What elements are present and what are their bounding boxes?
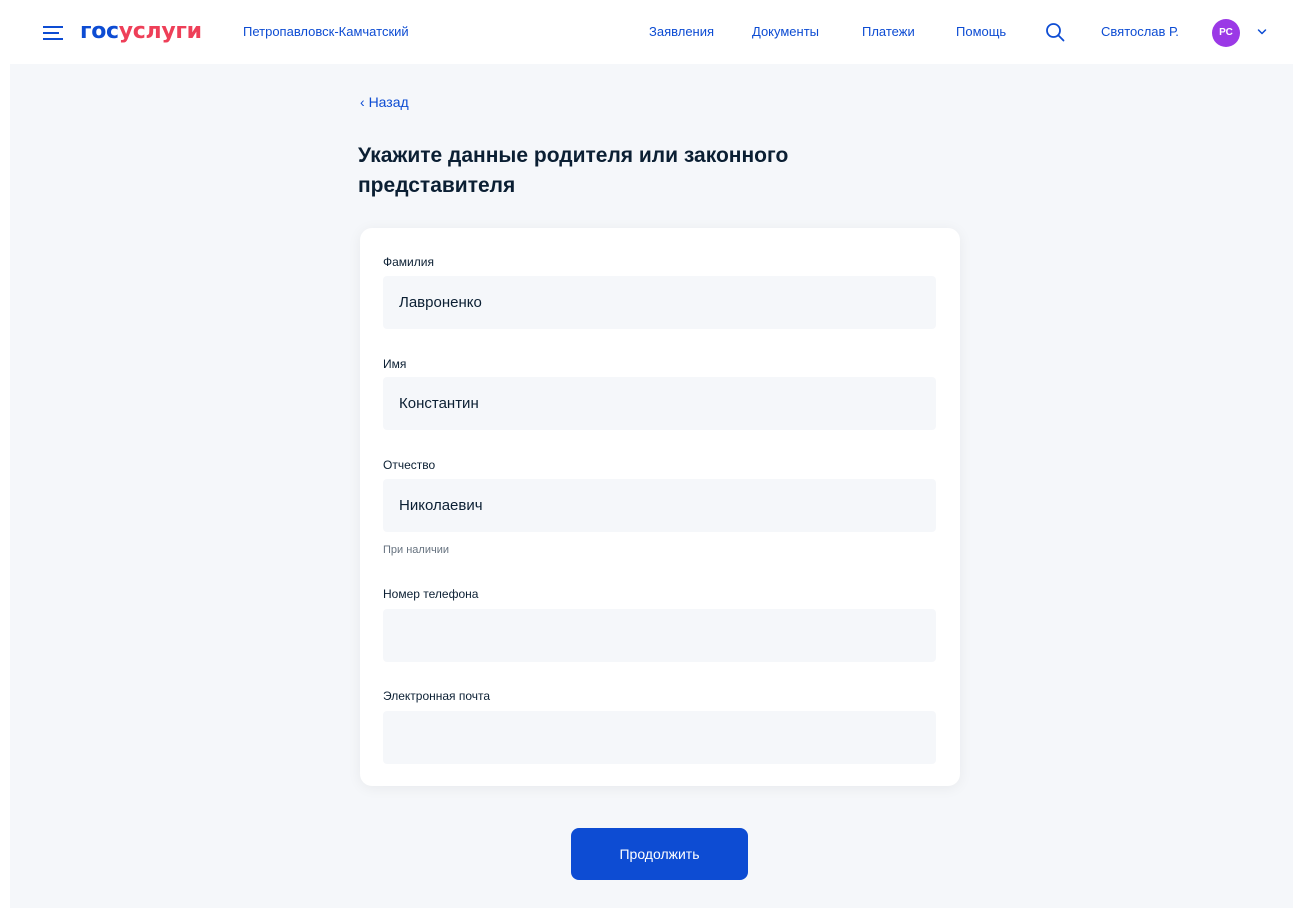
- page-title: Укажите данные родителя или законного пр…: [358, 144, 789, 197]
- nav-applications[interactable]: Заявления: [649, 24, 714, 40]
- user-name[interactable]: Святослав Р.: [1101, 24, 1179, 40]
- back-link-label: Назад: [368, 94, 409, 110]
- email-field[interactable]: [383, 711, 936, 764]
- name-field[interactable]: [383, 377, 936, 430]
- logo-part-uslugi: услуги: [118, 19, 202, 44]
- region-selector[interactable]: Петропавловск-Камчатский: [243, 24, 409, 40]
- header: госуслуги Петропавловск-Камчатский Заявл…: [0, 0, 1303, 64]
- search-icon[interactable]: [1045, 22, 1065, 42]
- phone-label: Номер телефона: [383, 587, 479, 601]
- menu-icon[interactable]: [43, 25, 65, 41]
- patronymic-field[interactable]: [383, 479, 936, 532]
- surname-label: Фамилия: [383, 255, 434, 269]
- back-link[interactable]: ‹ Назад: [360, 93, 409, 111]
- logo-part-gos: гос: [80, 19, 119, 44]
- nav-payments[interactable]: Платежи: [862, 24, 915, 40]
- logo[interactable]: госуслуги: [80, 18, 202, 46]
- email-label: Электронная почта: [383, 689, 491, 703]
- chevron-left-icon: ‹: [360, 94, 369, 110]
- nav-documents[interactable]: Документы: [752, 24, 819, 40]
- patronymic-hint: При наличии: [383, 544, 449, 556]
- avatar[interactable]: РС: [1212, 19, 1240, 47]
- chevron-down-icon[interactable]: [1257, 28, 1267, 36]
- surname-field[interactable]: [383, 276, 936, 329]
- phone-field[interactable]: [383, 609, 936, 662]
- continue-button[interactable]: Продолжить: [571, 828, 748, 880]
- nav-help[interactable]: Помощь: [956, 24, 1006, 40]
- patronymic-label: Отчество: [383, 458, 436, 472]
- name-label: Имя: [383, 357, 407, 371]
